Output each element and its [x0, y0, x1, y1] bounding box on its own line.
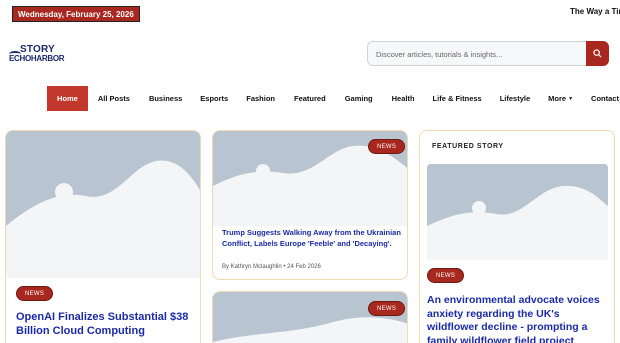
nav-item-contact-us[interactable]: Contact Us: [591, 86, 620, 111]
article-card-middle-bottom[interactable]: NEWS: [212, 291, 408, 343]
nav-item-business[interactable]: Business: [149, 86, 182, 111]
article-author[interactable]: By Kathryn Mclaughlin: [222, 264, 282, 270]
image-placeholder-icon: [427, 164, 608, 260]
chevron-down-icon: ▼: [568, 95, 574, 102]
category-badge[interactable]: NEWS: [368, 301, 406, 316]
category-badge[interactable]: NEWS: [427, 268, 465, 283]
article-card-middle[interactable]: NEWS Trump Suggests Walking Away from th…: [212, 130, 408, 280]
image-placeholder-icon: [6, 131, 200, 278]
search-button[interactable]: [586, 41, 609, 66]
category-badge[interactable]: NEWS: [16, 286, 54, 301]
page: Wednesday, February 25, 2026 The Way a T…: [0, 0, 620, 343]
nav-item-life-fitness[interactable]: Life & Fitness: [433, 86, 482, 111]
category-badge[interactable]: NEWS: [368, 139, 406, 154]
nav-item-all-posts[interactable]: All Posts: [98, 86, 130, 111]
nav-item-gaming[interactable]: Gaming: [345, 86, 373, 111]
nav-item-esports[interactable]: Esports: [200, 86, 228, 111]
article-title[interactable]: Trump Suggests Walking Away from the Ukr…: [222, 227, 404, 249]
search-input[interactable]: [376, 46, 586, 62]
featured-story-label: FEATURED STORY: [432, 143, 504, 150]
nav-item-featured[interactable]: Featured: [294, 86, 326, 111]
main-nav: Home All Posts Business Esports Fashion …: [47, 86, 620, 111]
search-icon: [593, 49, 602, 58]
search-bar: [367, 41, 609, 66]
featured-article-title[interactable]: An environmental advocate voices anxiety…: [427, 294, 610, 343]
article-image-placeholder: [427, 164, 608, 260]
image-placeholder-icon: [213, 292, 407, 343]
article-card-left[interactable]: NEWS OpenAI Finalizes Substantial $38 Bi…: [5, 130, 201, 343]
nav-item-more[interactable]: More ▼: [548, 86, 573, 111]
news-ticker[interactable]: The Way a Tiny: [570, 7, 620, 16]
site-logo[interactable]: STORY ECHOHARBOR: [9, 44, 79, 66]
logo-text-bottom: ECHOHARBOR: [9, 54, 65, 63]
article-date: 24 Feb 2026: [287, 264, 321, 270]
article-image-placeholder: [213, 292, 407, 343]
featured-story-card[interactable]: FEATURED STORY NEWS An environmental adv…: [419, 130, 615, 343]
article-meta: By Kathryn Mclaughlin • 24 Feb 2026: [222, 264, 321, 270]
nav-item-health[interactable]: Health: [392, 86, 415, 111]
nav-item-fashion[interactable]: Fashion: [246, 86, 275, 111]
date-badge: Wednesday, February 25, 2026: [12, 6, 140, 22]
nav-item-more-label: More: [548, 94, 567, 103]
article-image-placeholder: [6, 131, 200, 278]
nav-item-lifestyle[interactable]: Lifestyle: [500, 86, 530, 111]
article-title[interactable]: OpenAI Finalizes Substantial $38 Billion…: [16, 310, 196, 338]
nav-item-home[interactable]: Home: [47, 86, 88, 111]
